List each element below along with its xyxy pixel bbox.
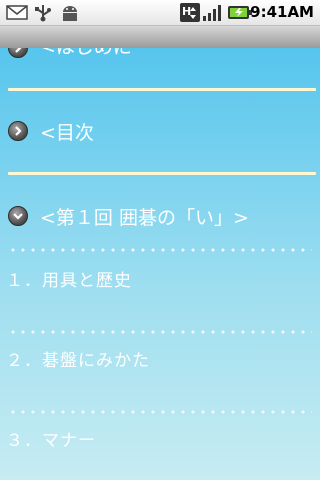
battery-charging-icon [227,3,253,22]
subitem-tools-history[interactable]: １．用具と歴史 [0,262,320,298]
menu-item-lesson-1[interactable]: <第１回 囲碁の「い」> [0,196,320,236]
separator [8,88,316,91]
status-bar: H 9:41AM [0,0,320,26]
svg-text:H: H [182,5,191,18]
menu-item-label: <目次 [40,122,94,144]
menu-item-label: <第１回 囲碁の「い」> [40,207,249,229]
hsdpa-data-icon: H [180,3,200,22]
android-debug-icon [59,3,81,22]
separator [8,410,312,414]
separator [8,330,312,334]
menu-item-contents[interactable]: <目次 [0,110,320,150]
content-list[interactable]: <はじめに <目次 <第１回 囲碁の「い」> １．用具と歴史 ２．碁盤にみかた … [0,48,320,480]
subitem-label: ２．碁盤にみかた [6,351,150,371]
subitem-label: ３．マナー [6,431,96,451]
separator [8,172,316,175]
chevron-right-icon [8,48,28,58]
chevron-down-icon [8,206,28,226]
subitem-board[interactable]: ２．碁盤にみかた [0,342,320,378]
usb-icon [33,3,53,22]
signal-strength-icon [202,3,222,22]
list-item-partial[interactable]: <はじめに [0,48,320,58]
subitem-manners[interactable]: ３．マナー [0,422,320,458]
list-item-label: <はじめに [40,48,132,59]
mail-icon [6,3,28,22]
separator [8,248,312,252]
title-bar [0,26,320,48]
subitem-label: １．用具と歴史 [6,271,132,291]
clock: 9:41AM [250,3,314,21]
chevron-right-icon [8,121,28,141]
